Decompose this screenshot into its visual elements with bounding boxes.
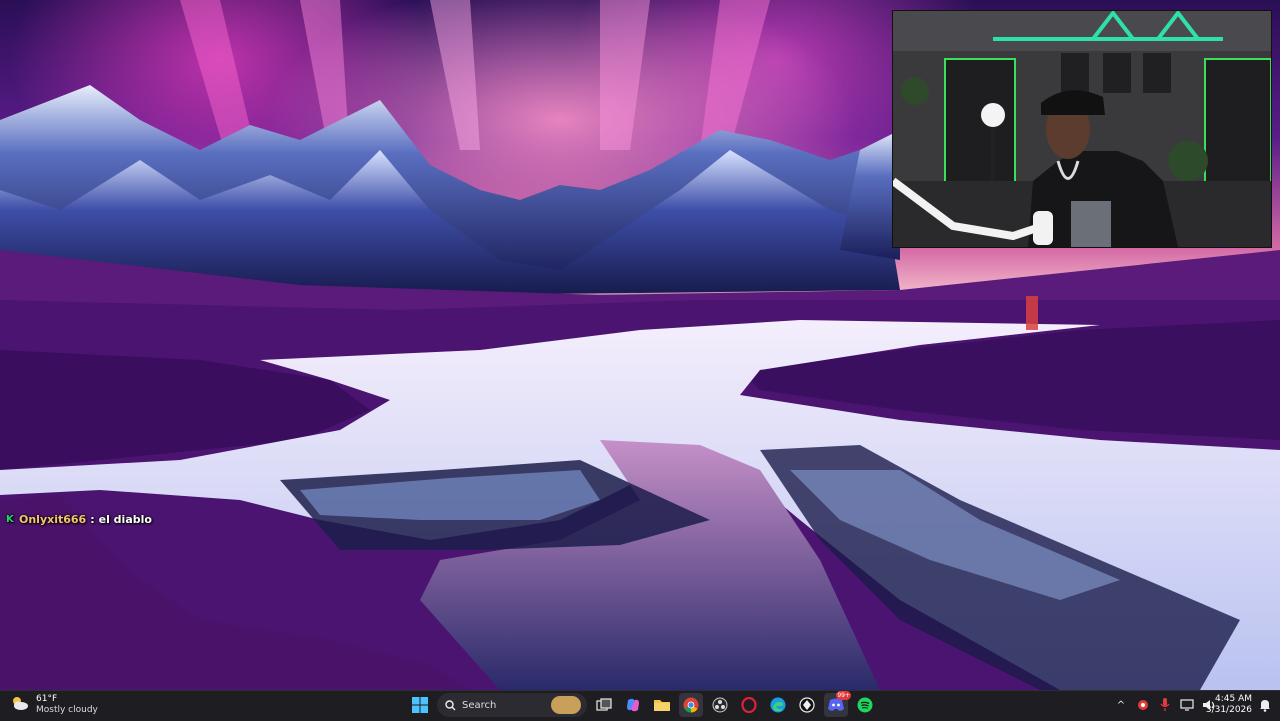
discord-button[interactable]: 99+: [824, 691, 851, 717]
chat-separator: :: [90, 513, 95, 526]
search-label: Search: [462, 699, 497, 711]
taskbar-search[interactable]: Search: [437, 693, 587, 717]
windows-icon: [412, 697, 428, 713]
weather-widget[interactable]: 61°F Mostly cloudy: [10, 694, 98, 716]
obs-icon: [712, 697, 728, 713]
folder-icon: [654, 700, 670, 711]
microphone-icon: [1160, 698, 1170, 711]
search-highlight-image: [551, 696, 581, 714]
weather-temperature: 61°F: [36, 694, 58, 704]
clock-date: 3/31/2026: [1205, 705, 1252, 715]
cursor-icon: [799, 697, 815, 713]
taskbar: 61°F Mostly cloudy Search 99+ ^ 4:45 AM …: [0, 690, 1280, 721]
spotify-button[interactable]: [853, 693, 877, 717]
chevron-up-icon: ^: [1116, 699, 1126, 711]
discord-notification-badge: 99+: [836, 691, 851, 700]
chrome-icon: [683, 697, 699, 713]
notifications-button[interactable]: [1256, 693, 1274, 717]
file-explorer-button[interactable]: [650, 693, 674, 717]
task-view-icon: [596, 698, 612, 711]
opera-gx-button[interactable]: [737, 693, 761, 717]
obs-button[interactable]: [708, 693, 732, 717]
taskbar-center: Search 99+: [408, 691, 877, 717]
task-view-button[interactable]: [592, 693, 616, 717]
discord-icon: [828, 698, 844, 711]
network-icon: [1180, 699, 1194, 711]
taskbar-clock[interactable]: 4:45 AM 3/31/2026: [1206, 694, 1252, 716]
microphone-button[interactable]: [1156, 693, 1174, 717]
network-button[interactable]: [1178, 693, 1196, 717]
weather-condition: Mostly cloudy: [36, 705, 98, 715]
chat-username: Onlyxit666: [19, 513, 87, 526]
webcam-overlay: [892, 10, 1272, 248]
tray-app-button[interactable]: [1134, 693, 1152, 717]
kick-badge-icon: K: [6, 514, 14, 525]
copilot-button[interactable]: [621, 693, 645, 717]
search-icon: [445, 699, 456, 710]
clock-time: 4:45 AM: [1215, 694, 1252, 704]
show-hidden-icons-button[interactable]: ^: [1112, 693, 1130, 717]
cloud-sun-icon: [10, 694, 30, 716]
bell-icon: [1260, 699, 1270, 712]
webcam-feed: [893, 11, 1271, 247]
cursor-button[interactable]: [795, 693, 819, 717]
edge-icon: [770, 697, 786, 713]
chat-message-text: el diablo: [98, 513, 152, 526]
chrome-button[interactable]: [679, 693, 703, 717]
system-tray: ^: [1112, 693, 1218, 717]
copilot-icon: [627, 698, 639, 712]
edge-button[interactable]: [766, 693, 790, 717]
start-button[interactable]: [408, 693, 432, 717]
recording-app-icon: [1138, 700, 1148, 710]
stream-chat-message: K Onlyxit666 : el diablo: [6, 513, 152, 526]
opera-gx-icon: [741, 697, 757, 713]
spotify-icon: [857, 697, 873, 713]
